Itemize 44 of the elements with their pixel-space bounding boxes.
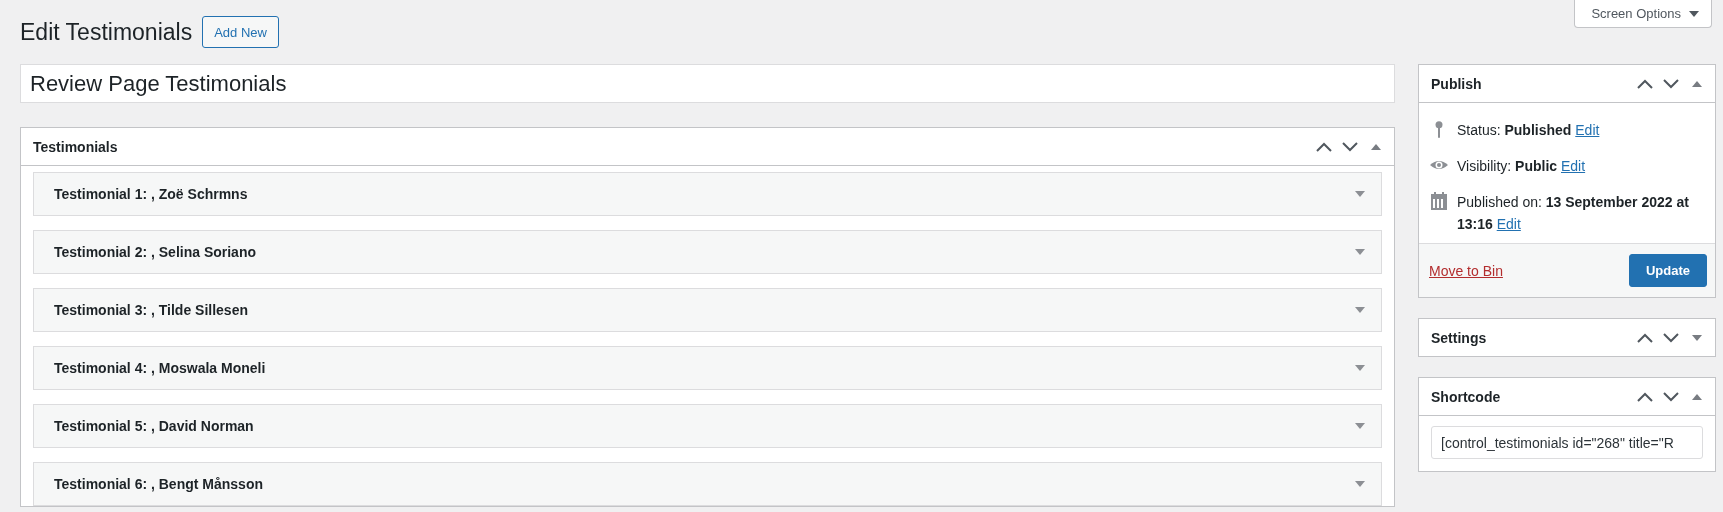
panel-title: Settings (1431, 329, 1488, 346)
chevron-down-icon (1663, 391, 1679, 402)
chevron-up-icon (1637, 78, 1653, 89)
publish-info: Published on: 13 September 2022 at 13:16 Edit (1457, 193, 1690, 234)
calendar-icon (1429, 191, 1449, 211)
screen-options-button[interactable]: Screen Options (1574, 0, 1712, 28)
testimonial-item[interactable]: Testimonial 2: , Selina Soriano (33, 230, 1382, 274)
triangle-down-icon[interactable] (1355, 249, 1365, 255)
publish-info: Visibility: Public Edit (1457, 157, 1587, 176)
chevron-down-icon (1663, 332, 1679, 343)
triangle-up-icon[interactable] (1692, 80, 1702, 87)
chevron-down-icon (1342, 141, 1358, 152)
triangle-down-icon[interactable] (1692, 334, 1702, 341)
pin-icon (1435, 121, 1443, 138)
chevron-up-icon (1637, 332, 1653, 343)
triangle-down-icon[interactable] (1355, 423, 1365, 429)
testimonial-item[interactable]: Testimonial 5: , David Norman (33, 404, 1382, 448)
panel-title: Shortcode (1431, 388, 1502, 405)
page-title: Edit Testimonials (20, 18, 193, 46)
testimonial-item[interactable]: Testimonial 6: , Bengt Månsson (33, 462, 1382, 506)
move-to-bin-link[interactable]: Move to Bin (1429, 262, 1503, 279)
triangle-up-icon[interactable] (1371, 143, 1381, 150)
testimonial-item[interactable]: Testimonial 4: , Moswala Moneli (33, 346, 1382, 390)
triangle-down-icon[interactable] (1355, 365, 1365, 371)
edit-link[interactable]: Edit (1575, 122, 1600, 138)
triangle-down-icon[interactable] (1689, 10, 1699, 17)
update-button[interactable]: Update (1628, 254, 1707, 287)
publish-info: Status: Published Edit (1457, 121, 1601, 140)
add-new-button[interactable]: Add New (202, 16, 279, 48)
edit-link[interactable]: Edit (1561, 158, 1586, 174)
panel-title: Publish (1431, 75, 1483, 92)
chevron-down-icon (1663, 78, 1679, 89)
triangle-down-icon[interactable] (1355, 307, 1365, 313)
triangle-down-icon[interactable] (1355, 191, 1365, 197)
title-field[interactable]: Review Page Testimonials (20, 64, 1395, 103)
triangle-down-icon[interactable] (1355, 481, 1365, 487)
testimonial-item[interactable]: Testimonial 1: , Zoë Schrmns (33, 172, 1382, 216)
chevron-up-icon (1316, 141, 1332, 152)
triangle-up-icon[interactable] (1692, 393, 1702, 400)
chevron-up-icon (1637, 391, 1653, 402)
testimonial-item[interactable]: Testimonial 3: , Tilde Sillesen (33, 288, 1382, 332)
panel-title: Testimonials (33, 138, 119, 155)
edit-link[interactable]: Edit (1496, 216, 1521, 232)
shortcode-field[interactable]: [control_testimonials id="268" title="R (1431, 426, 1703, 459)
